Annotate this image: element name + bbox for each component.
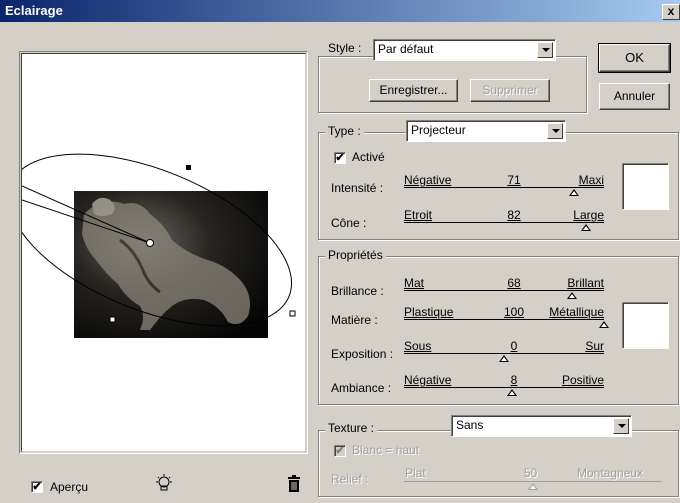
slider-label-3: Ambiance : [331,381,392,395]
slider-value: 71 [507,173,521,187]
active-label: Activé [352,150,385,164]
slider-thumb[interactable] [581,224,591,231]
light-bulb-icon[interactable] [153,474,175,494]
light-center-handle[interactable] [146,239,154,247]
ok-button[interactable]: OK [598,43,671,73]
slider-thumb[interactable] [569,189,579,196]
trash-icon[interactable] [287,475,301,493]
slider-thumb[interactable] [599,321,609,328]
slider-track[interactable] [404,387,604,388]
relief-right-label: Montagneux [577,466,644,480]
slider-min-label: Etroit [404,208,433,222]
slider-min-label: Négative [404,173,452,187]
slider-value: 100 [503,305,525,319]
slider-label-0: Brillance : [331,284,384,298]
light-handle-bottom[interactable] [109,316,116,323]
light-handle-top[interactable] [186,165,191,170]
chevron-down-icon [613,418,629,434]
texture-select-value: Sans [456,418,484,432]
relief-slider-thumb[interactable] [528,483,538,490]
slider-label-1: Matière : [331,313,378,327]
properties-label: Propriétés [325,248,386,262]
delete-style-button[interactable]: Supprimer [470,79,550,102]
title-bar [0,0,680,22]
slider-value: 0 [510,339,518,353]
texture-select[interactable]: Sans [451,415,632,437]
white-high-label: Blanc = haut [352,443,420,457]
texture-label: Texture : [325,421,378,435]
slider-min-label: Mat [404,276,425,290]
style-select[interactable]: Par défaut [373,39,556,61]
slider-thumb[interactable] [499,355,509,362]
slider-label-0: Intensité : [331,181,384,195]
style-select-value: Par défaut [378,42,434,56]
preview-panel [19,51,308,454]
relief-value: 50 [524,466,538,480]
slider-label-1: Cône : [331,216,367,230]
active-checkbox[interactable]: ✔ [334,152,346,164]
cancel-button[interactable]: Annuler [599,83,670,110]
slider-thumb[interactable] [567,292,577,299]
save-style-button[interactable]: Enregistrer... [369,79,458,102]
type-select[interactable]: Projecteur [406,120,566,142]
slider-thumb[interactable] [507,389,517,396]
texture-group [318,430,679,497]
slider-max-label: Brillant [567,276,604,290]
slider-value: 8 [510,373,518,387]
slider-min-label: Plastique [404,305,454,319]
slider-track[interactable] [404,290,604,291]
slider-max-label: Large [573,208,604,222]
slider-max-label: Maxi [578,173,604,187]
preview-svg [22,153,296,338]
chevron-down-icon [547,123,563,139]
slider-label-2: Exposition : [331,347,394,361]
preview-canvas[interactable] [21,53,306,452]
slider-track[interactable] [404,222,604,223]
slider-max-label: Sur [585,339,604,353]
slider-max-label: Métallique [549,305,604,319]
light-handle-right[interactable] [289,310,296,317]
close-button[interactable]: x [662,4,680,20]
relief-label: Relief : [331,472,369,486]
slider-track[interactable] [404,353,604,354]
light-color-swatch[interactable] [622,163,669,210]
slider-min-label: Négative [404,373,452,387]
preview-label: Aperçu [50,480,89,494]
slider-track[interactable] [404,319,604,320]
slider-value: 68 [507,276,521,290]
type-select-value: Projecteur [411,123,466,137]
relief-slider-track[interactable] [404,481,662,482]
relief-left-label: Plat [405,466,426,480]
window-title: Eclairage [5,3,63,18]
slider-value: 82 [507,208,521,222]
slider-track[interactable] [404,187,604,188]
preview-checkbox[interactable]: ✔ [31,481,43,493]
type-label: Type : [325,124,364,138]
slider-max-label: Positive [561,373,604,387]
style-label: Style : [325,41,365,55]
chevron-down-icon [537,42,553,58]
slider-min-label: Sous [404,339,432,353]
white-high-checkbox[interactable]: ✔ [334,445,346,457]
ambient-color-swatch[interactable] [622,302,669,349]
